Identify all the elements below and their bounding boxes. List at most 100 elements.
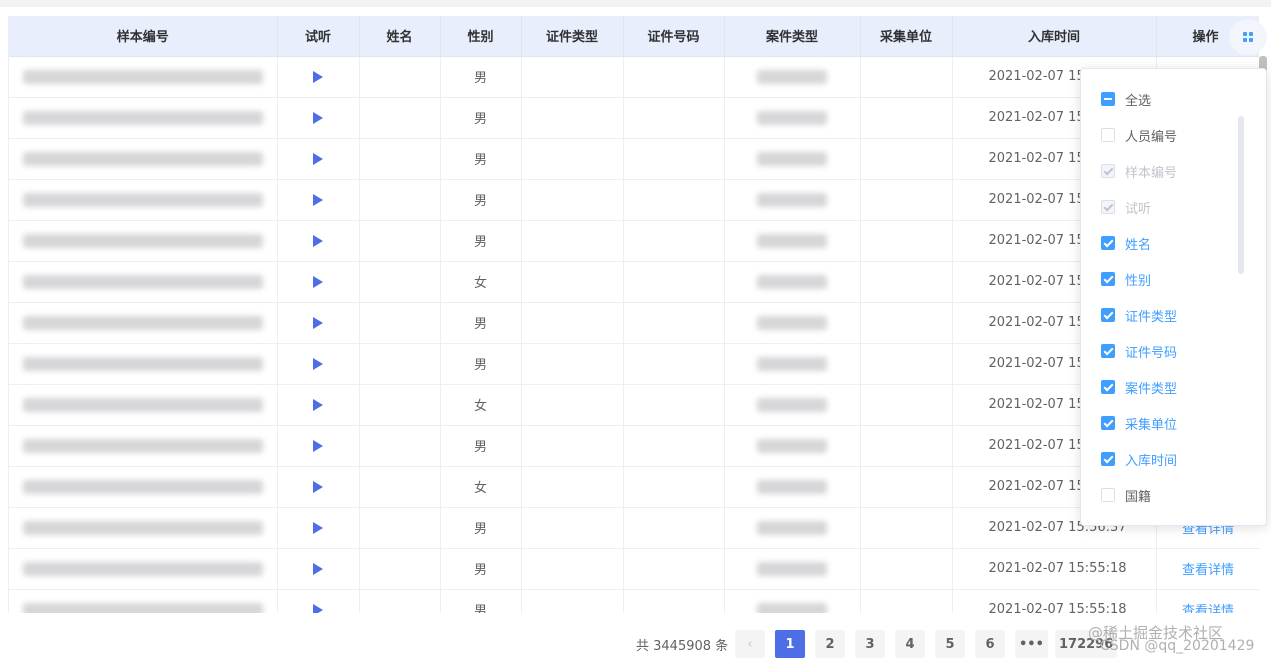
column-option[interactable]: 全选: [1101, 89, 1151, 109]
table-row: 男 2021-02-07 15: [9, 56, 1259, 98]
column-checkbox[interactable]: [1101, 164, 1115, 178]
play-icon[interactable]: [313, 398, 323, 411]
play-icon[interactable]: [313, 275, 323, 288]
play-icon[interactable]: [313, 562, 323, 575]
play-icon[interactable]: [313, 357, 323, 370]
cell-listen: [277, 97, 360, 139]
cell-case-type: [724, 179, 861, 221]
view-details-link[interactable]: 查看详情: [1182, 604, 1234, 613]
page-button-1[interactable]: 1: [775, 630, 805, 658]
page-button-2[interactable]: 2: [815, 630, 845, 658]
table-row: 男 2021-02-07 15:55:18 查看详情: [9, 589, 1259, 613]
cell-id-type: [521, 425, 624, 467]
page-button-5[interactable]: 5: [935, 630, 965, 658]
table-row: 男 2021-02-07 15: [9, 97, 1259, 139]
column-option-label: 样本编号: [1125, 165, 1178, 181]
cell-actions: 查看详情: [1156, 548, 1259, 590]
play-icon[interactable]: [313, 70, 323, 83]
play-icon[interactable]: [313, 439, 323, 452]
column-option[interactable]: 性别: [1101, 269, 1151, 289]
col-header-listen[interactable]: 试听: [277, 16, 360, 57]
col-header-id-number[interactable]: 证件号码: [623, 16, 725, 57]
cell-gender: 女: [440, 466, 522, 508]
table-row: 女 2021-02-07 15: [9, 384, 1259, 426]
cell-id-type: [521, 179, 624, 221]
cell-case-type: [724, 384, 861, 426]
col-header-sample-no[interactable]: 样本编号: [9, 16, 278, 57]
table-row: 男 2021-02-07 15: [9, 343, 1259, 385]
cell-listen: [277, 425, 360, 467]
cell-entry-time: 2021-02-07 15:55:18: [952, 589, 1157, 613]
cell-listen: [277, 302, 360, 344]
page-button-4[interactable]: 4: [895, 630, 925, 658]
col-header-entry-time[interactable]: 入库时间: [952, 16, 1157, 57]
page-button-6[interactable]: 6: [975, 630, 1005, 658]
play-icon[interactable]: [313, 193, 323, 206]
column-checkbox[interactable]: [1101, 308, 1115, 322]
table-row: 女 2021-02-07 15: [9, 466, 1259, 508]
cell-name: [359, 589, 441, 613]
cell-listen: [277, 220, 360, 262]
cell-sample-no: [9, 425, 278, 467]
col-header-collect-unit[interactable]: 采集单位: [860, 16, 953, 57]
cell-id-type: [521, 343, 624, 385]
column-option[interactable]: 证件类型: [1101, 305, 1177, 325]
cell-sample-no: [9, 589, 278, 613]
table-row: 男 2021-02-07 15: [9, 425, 1259, 467]
column-option[interactable]: 案件类型: [1101, 377, 1177, 397]
play-icon[interactable]: [313, 603, 323, 613]
column-checkbox[interactable]: [1101, 200, 1115, 214]
column-checkbox[interactable]: [1101, 272, 1115, 286]
cell-name: [359, 97, 441, 139]
cell-name: [359, 179, 441, 221]
play-icon[interactable]: [313, 152, 323, 165]
column-checkbox[interactable]: [1101, 416, 1115, 430]
cell-sample-no: [9, 343, 278, 385]
column-settings-button[interactable]: [1229, 19, 1267, 55]
view-details-link[interactable]: 查看详情: [1182, 563, 1234, 578]
col-header-id-type[interactable]: 证件类型: [521, 16, 624, 57]
column-checkbox[interactable]: [1101, 236, 1115, 250]
column-option[interactable]: 国籍: [1101, 485, 1151, 505]
cell-case-type: [724, 466, 861, 508]
column-checkbox[interactable]: [1101, 488, 1115, 502]
cell-collect-unit: [860, 179, 953, 221]
cell-gender: 男: [440, 56, 522, 98]
column-option[interactable]: 采集单位: [1101, 413, 1177, 433]
page-button-3[interactable]: 3: [855, 630, 885, 658]
play-icon[interactable]: [313, 234, 323, 247]
col-header-name[interactable]: 姓名: [359, 16, 441, 57]
column-option[interactable]: 入库时间: [1101, 449, 1177, 469]
col-header-case-type[interactable]: 案件类型: [724, 16, 861, 57]
play-icon[interactable]: [313, 521, 323, 534]
column-option[interactable]: 证件号码: [1101, 341, 1177, 361]
col-header-gender[interactable]: 性别: [440, 16, 522, 57]
column-checkbox[interactable]: [1101, 452, 1115, 466]
cell-case-type: [724, 425, 861, 467]
cell-case-type: [724, 220, 861, 262]
column-option[interactable]: 人员编号: [1101, 125, 1177, 145]
cell-sample-no: [9, 56, 278, 98]
dropdown-scrollbar[interactable]: [1238, 116, 1244, 274]
cell-gender: 女: [440, 384, 522, 426]
cell-sample-no: [9, 466, 278, 508]
cell-id-number: [623, 589, 725, 613]
cell-sample-no: [9, 302, 278, 344]
column-option[interactable]: 姓名: [1101, 233, 1151, 253]
pager-ellipsis[interactable]: •••: [1015, 630, 1048, 658]
prev-page-button[interactable]: ‹: [735, 630, 765, 658]
column-checkbox[interactable]: [1101, 128, 1115, 142]
column-option: 试听: [1101, 197, 1151, 217]
cell-id-number: [623, 384, 725, 426]
cell-case-type: [724, 56, 861, 98]
play-icon[interactable]: [313, 111, 323, 124]
column-option-label: 采集单位: [1125, 417, 1178, 433]
cell-name: [359, 466, 441, 508]
play-icon[interactable]: [313, 316, 323, 329]
column-checkbox[interactable]: [1101, 380, 1115, 394]
play-icon[interactable]: [313, 480, 323, 493]
cell-case-type: [724, 97, 861, 139]
table-row: 男 2021-02-07 15:55:18 查看详情: [9, 548, 1259, 590]
column-checkbox[interactable]: [1101, 92, 1115, 106]
column-checkbox[interactable]: [1101, 344, 1115, 358]
